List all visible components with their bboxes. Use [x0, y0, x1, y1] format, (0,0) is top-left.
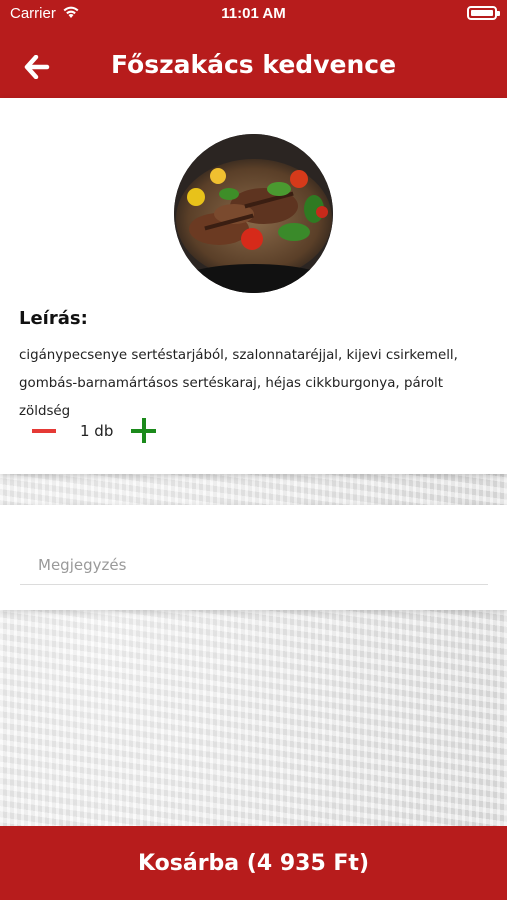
dish-card: Leírás: cigánypecsenye sertéstarjából, s… [0, 98, 507, 474]
status-bar: Carrier 11:01 AM [0, 0, 507, 30]
decrease-quantity-button[interactable] [32, 420, 58, 442]
status-time: 11:01 AM [221, 5, 286, 22]
page-title: Főszakács kedvence [110, 50, 397, 79]
add-to-cart-button[interactable]: Kosárba (4 935 Ft) [0, 826, 507, 900]
dish-image [174, 134, 333, 293]
app-header: Carrier 11:01 AM Főszakács kedvence [0, 0, 507, 98]
increase-quantity-button[interactable] [131, 418, 157, 444]
description-heading: Leírás: [19, 308, 88, 329]
quantity-value: 1 db [80, 422, 114, 440]
food-photo-illustration [174, 134, 333, 293]
battery-icon [467, 6, 500, 20]
description-line: cigánypecsenye sertéstarjából, szalonnat… [19, 348, 458, 363]
note-input[interactable] [20, 545, 488, 585]
quantity-stepper: 1 db [0, 416, 200, 446]
note-card [0, 505, 507, 610]
description-text: cigánypecsenye sertéstarjából, szalonnat… [19, 342, 494, 426]
